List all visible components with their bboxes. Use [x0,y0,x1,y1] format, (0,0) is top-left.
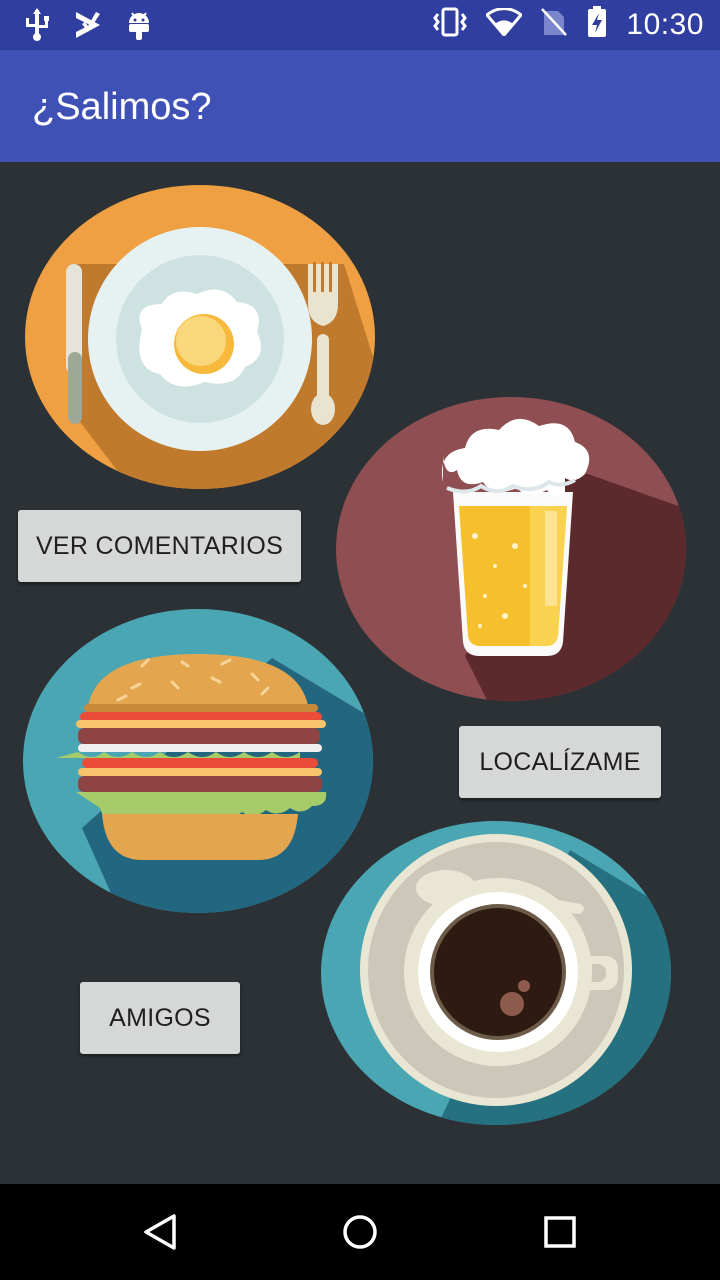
view-comments-button[interactable]: VER COMENTARIOS [18,510,301,582]
app-title: ¿Salimos? [32,86,212,128]
home-icon[interactable] [336,1208,384,1256]
locate-me-button[interactable]: LOCALÍZAME [459,726,661,798]
vibrate-icon [432,7,468,42]
main-content: VER COMENTARIOS LOCALÍZAME AMIGOS [0,162,720,1184]
coffee-cup-icon[interactable] [320,820,672,1131]
navigation-bar [0,1184,720,1280]
download-icon [74,10,102,45]
recents-icon[interactable] [536,1208,584,1256]
app-bar: ¿Salimos? [0,50,720,162]
android-debug-icon [126,9,152,46]
friends-button[interactable]: AMIGOS [80,982,240,1054]
back-icon[interactable] [136,1208,184,1256]
usb-icon [24,8,50,47]
beer-glass-icon[interactable] [335,396,687,707]
status-time: 10:30 [626,7,704,41]
battery-charging-icon [586,6,608,43]
wifi-icon [485,7,524,41]
breakfast-plate-icon[interactable] [24,184,376,495]
status-bar: 10:30 [0,0,720,50]
no-sim-icon [540,7,568,42]
